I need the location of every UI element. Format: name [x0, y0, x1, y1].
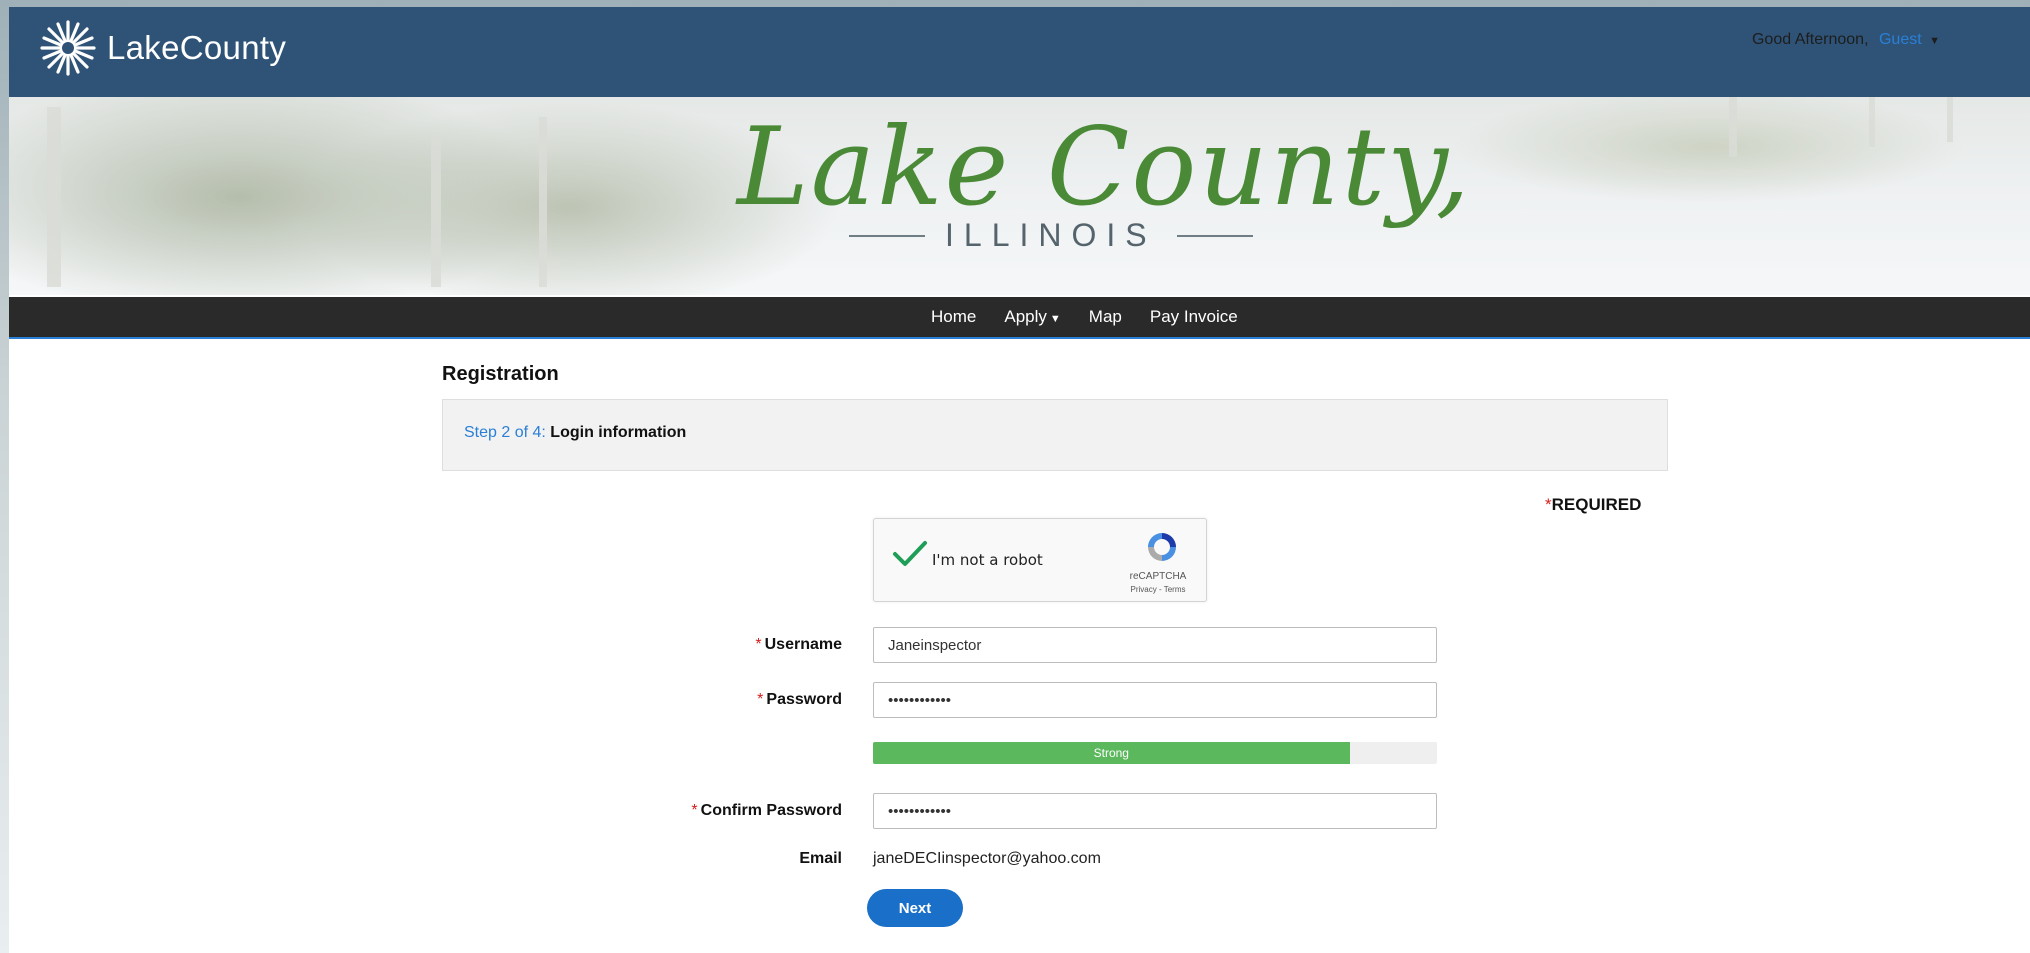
username-label-text: Username [764, 636, 842, 653]
password-strength-fill: Strong [873, 742, 1350, 764]
greeting-text: Good Afternoon, [1751, 31, 1869, 48]
next-button[interactable]: Next [867, 889, 963, 927]
user-greeting: Good Afternoon, Guest ▼ [1752, 31, 1940, 49]
recaptcha-privacy-terms[interactable]: Privacy - Terms [1110, 585, 1206, 594]
banner-subtitle-text: ILLINOIS [945, 217, 1157, 253]
nav-item-pay-invoice[interactable]: Pay Invoice [1150, 307, 1238, 327]
nav-item-home[interactable]: Home [931, 307, 976, 327]
lake-county-star-logo-icon [40, 20, 96, 76]
page-frame: LakeCounty Good Afternoon, Guest ▼ Lake … [9, 7, 2030, 953]
nav-item-map[interactable]: Map [1089, 307, 1122, 327]
site-logo[interactable]: LakeCounty [37, 17, 286, 79]
email-value: janeDECIinspector@yahoo.com [873, 850, 1101, 867]
caret-down-icon: ▼ [1049, 313, 1061, 325]
recaptcha-label: I'm not a robot [932, 551, 1043, 569]
hero-banner: Lake County, ILLINOIS [9, 97, 2030, 295]
password-strength-label: Strong [1093, 746, 1129, 760]
required-label: REQUIRED [1551, 495, 1642, 514]
required-legend: *REQUIRED [1545, 495, 1641, 515]
subtitle-rule-right [1176, 234, 1253, 237]
checkmark-icon[interactable] [892, 539, 928, 569]
required-star: * [757, 691, 764, 708]
step-name: Login information [550, 424, 687, 441]
confirm-password-label-text: Confirm Password [700, 802, 842, 819]
brand-name: LakeCounty [107, 29, 287, 66]
top-header: LakeCounty Good Afternoon, Guest ▼ [9, 7, 2030, 97]
step-number: Step 2 of 4: [464, 424, 546, 441]
nav-item-apply[interactable]: Apply ▼ [1004, 307, 1060, 327]
nav-item-apply-label: Apply [1004, 307, 1047, 326]
required-star: * [755, 636, 762, 653]
required-star: * [1545, 495, 1552, 514]
username-input[interactable] [873, 627, 1437, 663]
email-label: Email [799, 850, 842, 867]
banner-subtitle: ILLINOIS [849, 217, 1253, 254]
password-input[interactable] [873, 682, 1437, 718]
subtitle-rule-left [849, 234, 925, 237]
caret-down-icon[interactable]: ▼ [1929, 35, 1940, 47]
page-title: Registration [442, 363, 559, 385]
recaptcha-icon [1148, 533, 1176, 561]
step-indicator: Step 2 of 4: Login information [442, 399, 1668, 471]
step-line: Step 2 of 4: Login information [464, 424, 686, 442]
user-menu-link[interactable]: Guest [1879, 31, 1922, 48]
confirm-password-label: * Confirm Password [691, 802, 842, 820]
nav-items: Home Apply ▼ Map Pay Invoice [931, 297, 1238, 337]
required-star: * [691, 802, 698, 819]
main-nav: Home Apply ▼ Map Pay Invoice [9, 297, 2030, 339]
recaptcha-widget[interactable]: I'm not a robot reCAPTCHA Privacy - Term… [873, 518, 1207, 602]
password-strength-meter: Strong [873, 742, 1437, 764]
banner-title: Lake County, [737, 105, 1472, 230]
password-label-text: Password [766, 691, 842, 708]
password-label: * Password [757, 691, 842, 709]
confirm-password-input[interactable] [873, 793, 1437, 829]
username-label: * Username [755, 636, 842, 654]
recaptcha-brand: reCAPTCHA [1129, 571, 1187, 582]
